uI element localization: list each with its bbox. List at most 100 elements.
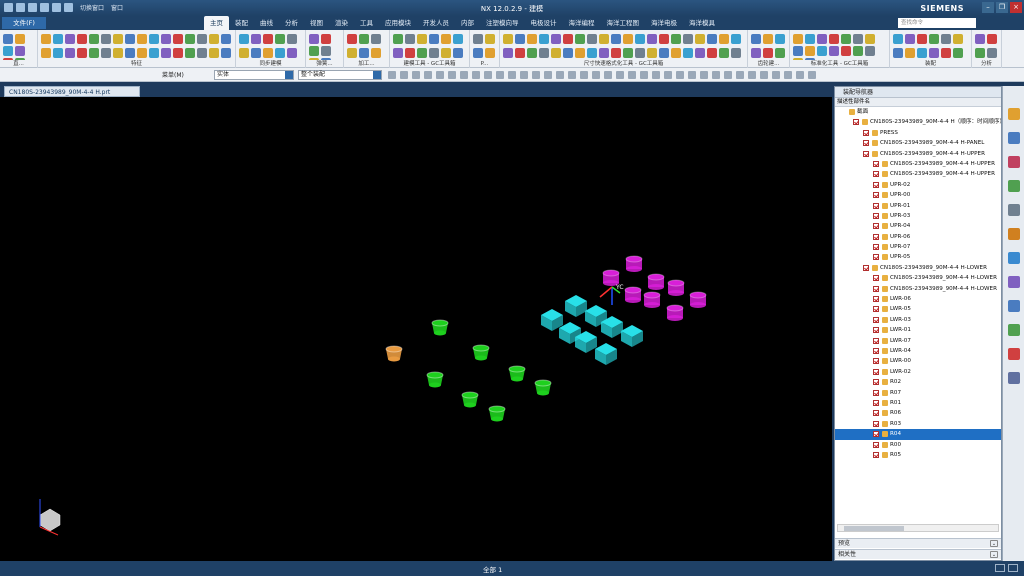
resource-tab-icon[interactable] xyxy=(1008,276,1020,288)
resource-tab-icon[interactable] xyxy=(1008,180,1020,192)
ribbon-command-icon[interactable] xyxy=(347,48,357,58)
ribbon-tab[interactable]: 电极设计 xyxy=(525,16,563,30)
snap-icon[interactable] xyxy=(520,71,528,79)
snap-icon[interactable] xyxy=(724,71,732,79)
ribbon-command-icon[interactable] xyxy=(263,48,273,58)
dependency-panel-header[interactable]: 相关性 ⌄ xyxy=(835,549,1001,559)
tree-row[interactable]: UPR-00 xyxy=(835,190,1001,200)
ribbon-command-icon[interactable] xyxy=(893,48,903,58)
ribbon-command-icon[interactable] xyxy=(359,34,369,44)
ribbon-command-icon[interactable] xyxy=(77,34,87,44)
ribbon-command-icon[interactable] xyxy=(3,34,13,44)
type-filter-select[interactable]: 实体 xyxy=(214,70,294,80)
ribbon-command-icon[interactable] xyxy=(527,48,537,58)
ribbon-command-icon[interactable] xyxy=(393,34,403,44)
tree-row[interactable]: CN180S-23943989_90M-4-4 H-PANEL xyxy=(835,138,1001,148)
ribbon-command-icon[interactable] xyxy=(101,34,111,44)
ribbon-command-icon[interactable] xyxy=(623,34,633,44)
ribbon-command-icon[interactable] xyxy=(185,34,195,44)
ribbon-command-icon[interactable] xyxy=(41,48,51,58)
tree-row[interactable]: UPR-06 xyxy=(835,232,1001,242)
tree-row[interactable]: LWR-04 xyxy=(835,346,1001,356)
ribbon-command-icon[interactable] xyxy=(347,34,357,44)
visibility-checkbox[interactable] xyxy=(873,399,879,406)
ribbon-command-icon[interactable] xyxy=(865,46,875,56)
tree-row[interactable]: UPR-02 xyxy=(835,180,1001,190)
visibility-checkbox[interactable] xyxy=(873,233,879,240)
ribbon-tab[interactable]: 装配 xyxy=(229,16,254,30)
ribbon-command-icon[interactable] xyxy=(853,34,863,44)
ribbon-command-icon[interactable] xyxy=(453,48,463,58)
visibility-checkbox[interactable] xyxy=(873,244,879,251)
snap-icon[interactable] xyxy=(496,71,504,79)
visibility-checkbox[interactable] xyxy=(873,254,879,261)
r-part-insert[interactable] xyxy=(508,365,526,382)
ribbon-command-icon[interactable] xyxy=(551,48,561,58)
ribbon-tab[interactable]: 曲线 xyxy=(254,16,279,30)
ribbon-command-icon[interactable] xyxy=(683,34,693,44)
snap-icon[interactable] xyxy=(580,71,588,79)
visibility-checkbox[interactable] xyxy=(863,129,869,136)
visibility-checkbox[interactable] xyxy=(873,160,879,167)
r-part-insert[interactable] xyxy=(488,405,506,422)
ribbon-command-icon[interactable] xyxy=(817,34,827,44)
ribbon-command-icon[interactable] xyxy=(805,46,815,56)
visibility-checkbox[interactable] xyxy=(863,140,869,147)
visibility-checkbox[interactable] xyxy=(873,327,879,334)
snap-icon[interactable] xyxy=(640,71,648,79)
ribbon-command-icon[interactable] xyxy=(695,34,705,44)
snap-icon[interactable] xyxy=(760,71,768,79)
tree-row[interactable]: UPR-07 xyxy=(835,242,1001,252)
ribbon-command-icon[interactable] xyxy=(623,48,633,58)
minimize-button[interactable]: – xyxy=(982,2,994,13)
snap-icon[interactable] xyxy=(748,71,756,79)
chevron-down-icon[interactable]: ⌄ xyxy=(990,551,998,558)
ribbon-command-icon[interactable] xyxy=(173,48,183,58)
ribbon-command-icon[interactable] xyxy=(503,34,513,44)
file-menu-button[interactable]: 文件(F) xyxy=(2,17,46,29)
ribbon-command-icon[interactable] xyxy=(173,34,183,44)
r-part-insert[interactable] xyxy=(431,319,449,336)
visibility-checkbox[interactable] xyxy=(873,420,879,427)
ribbon-command-icon[interactable] xyxy=(751,48,761,58)
ribbon-command-icon[interactable] xyxy=(161,48,171,58)
ribbon-command-icon[interactable] xyxy=(731,48,741,58)
ribbon-command-icon[interactable] xyxy=(393,48,403,58)
tree-row[interactable]: LWR-02 xyxy=(835,367,1001,377)
tree-row[interactable]: R02 xyxy=(835,377,1001,387)
ribbon-command-icon[interactable] xyxy=(695,48,705,58)
snap-icon[interactable] xyxy=(628,71,636,79)
snap-icon[interactable] xyxy=(700,71,708,79)
ribbon-command-icon[interactable] xyxy=(917,34,927,44)
ribbon-command-icon[interactable] xyxy=(239,48,249,58)
r-part-insert[interactable] xyxy=(534,379,552,396)
snap-icon[interactable] xyxy=(412,71,420,79)
tree-row[interactable]: R04 xyxy=(835,429,1001,440)
upper-part-cylinder[interactable] xyxy=(643,291,661,308)
upper-part-cylinder[interactable] xyxy=(625,255,643,272)
ribbon-tab[interactable]: 渲染 xyxy=(329,16,354,30)
ribbon-command-icon[interactable] xyxy=(671,48,681,58)
ribbon-command-icon[interactable] xyxy=(275,34,285,44)
ribbon-command-icon[interactable] xyxy=(113,34,123,44)
ribbon-command-icon[interactable] xyxy=(417,48,427,58)
tree-row[interactable]: LWR-06 xyxy=(835,294,1001,304)
ribbon-command-icon[interactable] xyxy=(751,34,761,44)
ribbon-command-icon[interactable] xyxy=(893,34,903,44)
ribbon-command-icon[interactable] xyxy=(647,48,657,58)
tree-row[interactable]: 截面 xyxy=(835,107,1001,117)
ribbon-command-icon[interactable] xyxy=(113,48,123,58)
resource-tab-icon[interactable] xyxy=(1008,252,1020,264)
ribbon-tab[interactable]: 海洋模具 xyxy=(683,16,721,30)
lower-part-block[interactable] xyxy=(621,325,643,347)
resource-tab-icon[interactable] xyxy=(1008,348,1020,360)
visibility-checkbox[interactable] xyxy=(873,441,879,448)
ribbon-command-icon[interactable] xyxy=(563,34,573,44)
ribbon-command-icon[interactable] xyxy=(775,48,785,58)
ribbon-command-icon[interactable] xyxy=(841,46,851,56)
ribbon-command-icon[interactable] xyxy=(905,34,915,44)
tree-row[interactable]: CN180S-23943989_90M-4-4 H（顺序：时间顺序） xyxy=(835,117,1001,127)
ribbon-command-icon[interactable] xyxy=(287,34,297,44)
ribbon-command-icon[interactable] xyxy=(539,48,549,58)
snap-icon[interactable] xyxy=(592,71,600,79)
